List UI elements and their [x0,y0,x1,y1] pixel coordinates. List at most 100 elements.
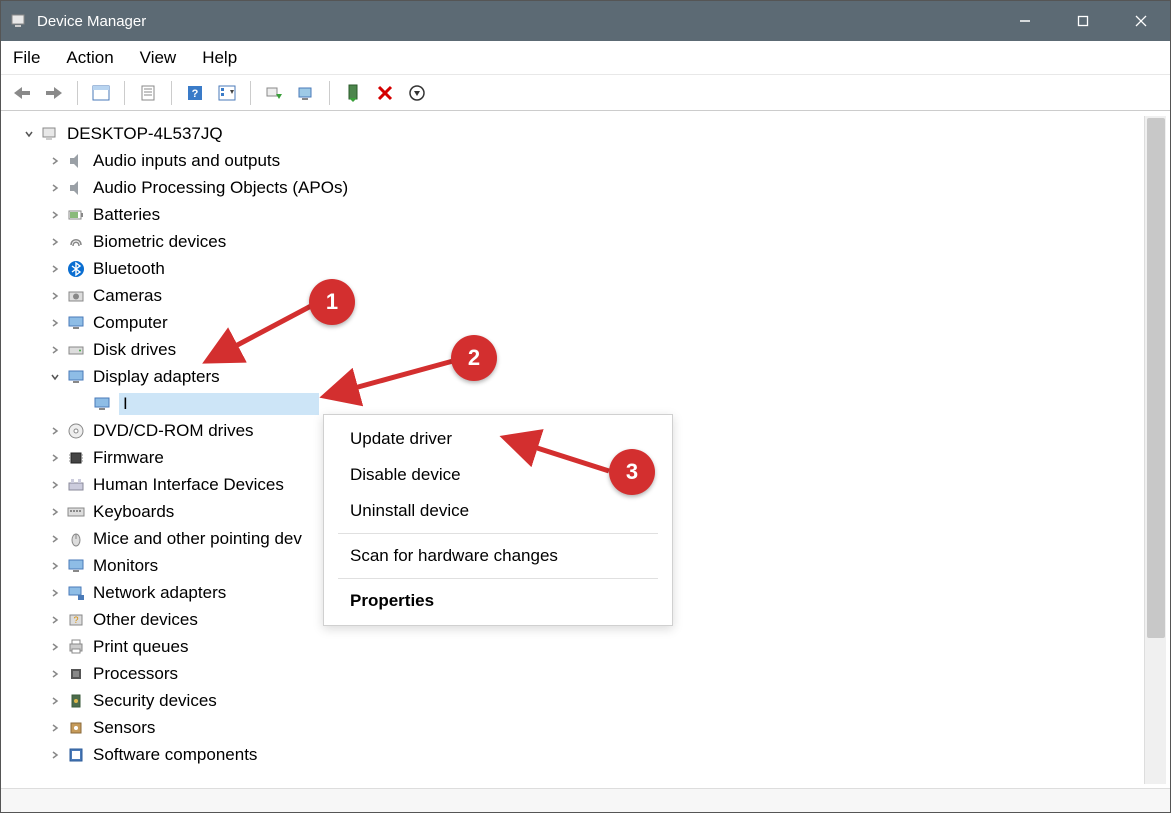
menu-help[interactable]: Help [202,48,237,68]
tree-item-label: Computer [93,313,168,333]
tree-item-row[interactable]: Computer [7,309,1142,336]
tree-child-row-selected[interactable]: I [7,390,1142,417]
tree-item-label: Biometric devices [93,232,226,252]
tree-root-label: DESKTOP-4L537JQ [67,124,223,144]
chevron-right-icon[interactable] [45,291,65,301]
chevron-right-icon[interactable] [45,507,65,517]
action-menu-button[interactable] [214,80,240,106]
context-update-driver[interactable]: Update driver [324,421,672,457]
context-scan-hardware[interactable]: Scan for hardware changes [324,538,672,574]
menu-file[interactable]: File [13,48,40,68]
toolbar-separator [250,81,251,105]
speaker-icon [65,177,87,199]
speaker-icon [65,150,87,172]
cpu-icon [65,663,87,685]
tree-child-label: I [119,393,319,415]
tree-item-label: Network adapters [93,583,226,603]
chevron-right-icon[interactable] [45,210,65,220]
context-properties[interactable]: Properties [324,583,672,619]
tree-item-row[interactable]: Disk drives [7,336,1142,363]
disable-device-button[interactable] [372,80,398,106]
other-icon: ? [65,609,87,631]
maximize-button[interactable] [1054,1,1112,41]
chevron-down-icon[interactable] [19,129,39,139]
chevron-right-icon[interactable] [45,642,65,652]
disk-icon [65,339,87,361]
chevron-right-icon[interactable] [45,237,65,247]
context-uninstall-device[interactable]: Uninstall device [324,493,672,529]
back-button[interactable] [9,80,35,106]
menu-action[interactable]: Action [66,48,113,68]
context-divider [338,533,658,534]
forward-button[interactable] [41,80,67,106]
tree-item-row[interactable]: Cameras [7,282,1142,309]
statusbar [1,788,1170,812]
tree-item-label: Human Interface Devices [93,475,284,495]
device-manager-app-icon [9,12,27,30]
printer-icon [65,636,87,658]
show-hide-tree-button[interactable] [88,80,114,106]
chevron-right-icon[interactable] [45,696,65,706]
chevron-right-icon[interactable] [45,345,65,355]
help-button[interactable]: ? [182,80,208,106]
tree-item-row[interactable]: Security devices [7,687,1142,714]
tree-item-row[interactable]: Biometric devices [7,228,1142,255]
chevron-right-icon[interactable] [45,480,65,490]
chevron-right-icon[interactable] [45,426,65,436]
chevron-down-icon[interactable] [45,372,65,382]
toolbar-separator [329,81,330,105]
chevron-right-icon[interactable] [45,723,65,733]
chevron-right-icon[interactable] [45,156,65,166]
tree-item-row[interactable]: Audio Processing Objects (APOs) [7,174,1142,201]
toolbar-separator [124,81,125,105]
context-divider [338,578,658,579]
tree-item-label: Firmware [93,448,164,468]
chevron-right-icon[interactable] [45,264,65,274]
properties-button[interactable] [135,80,161,106]
tree-item-row[interactable]: Audio inputs and outputs [7,147,1142,174]
svg-text:?: ? [192,88,199,100]
chip-icon [65,447,87,469]
computer-icon [39,123,61,145]
enable-device-button[interactable] [340,80,366,106]
network-icon [65,582,87,604]
tree-root-row[interactable]: DESKTOP-4L537JQ [7,120,1142,147]
menu-view[interactable]: View [140,48,177,68]
vertical-scrollbar[interactable] [1144,116,1166,784]
tree-item-row[interactable]: Processors [7,660,1142,687]
chevron-right-icon[interactable] [45,750,65,760]
tree-item-row[interactable]: Batteries [7,201,1142,228]
battery-icon [65,204,87,226]
uninstall-device-button[interactable] [404,80,430,106]
tree-item-row[interactable]: Bluetooth [7,255,1142,282]
software-icon [65,744,87,766]
chevron-right-icon[interactable] [45,669,65,679]
close-button[interactable] [1112,1,1170,41]
fingerprint-icon [65,231,87,253]
context-disable-device[interactable]: Disable device [324,457,672,493]
security-icon [65,690,87,712]
sensor-icon [65,717,87,739]
chevron-right-icon[interactable] [45,588,65,598]
tree-item-row[interactable]: Sensors [7,714,1142,741]
tree-item-label: Software components [93,745,257,765]
minimize-button[interactable] [996,1,1054,41]
tree-item-row[interactable]: Print queues [7,633,1142,660]
chevron-right-icon[interactable] [45,183,65,193]
chevron-right-icon[interactable] [45,534,65,544]
scrollbar-thumb[interactable] [1147,118,1165,638]
tree-item-row[interactable]: Display adapters [7,363,1142,390]
chevron-right-icon[interactable] [45,615,65,625]
tree-item-label: Processors [93,664,178,684]
toolbar-separator [171,81,172,105]
update-driver-button[interactable] [293,80,319,106]
tree-item-row[interactable]: Software components [7,741,1142,768]
scan-hardware-button[interactable] [261,80,287,106]
tree-item-label: Audio inputs and outputs [93,151,280,171]
chevron-right-icon[interactable] [45,318,65,328]
window-title: Device Manager [37,13,996,30]
chevron-right-icon[interactable] [45,561,65,571]
titlebar: Device Manager [1,1,1170,41]
chevron-right-icon[interactable] [45,453,65,463]
hid-icon [65,474,87,496]
